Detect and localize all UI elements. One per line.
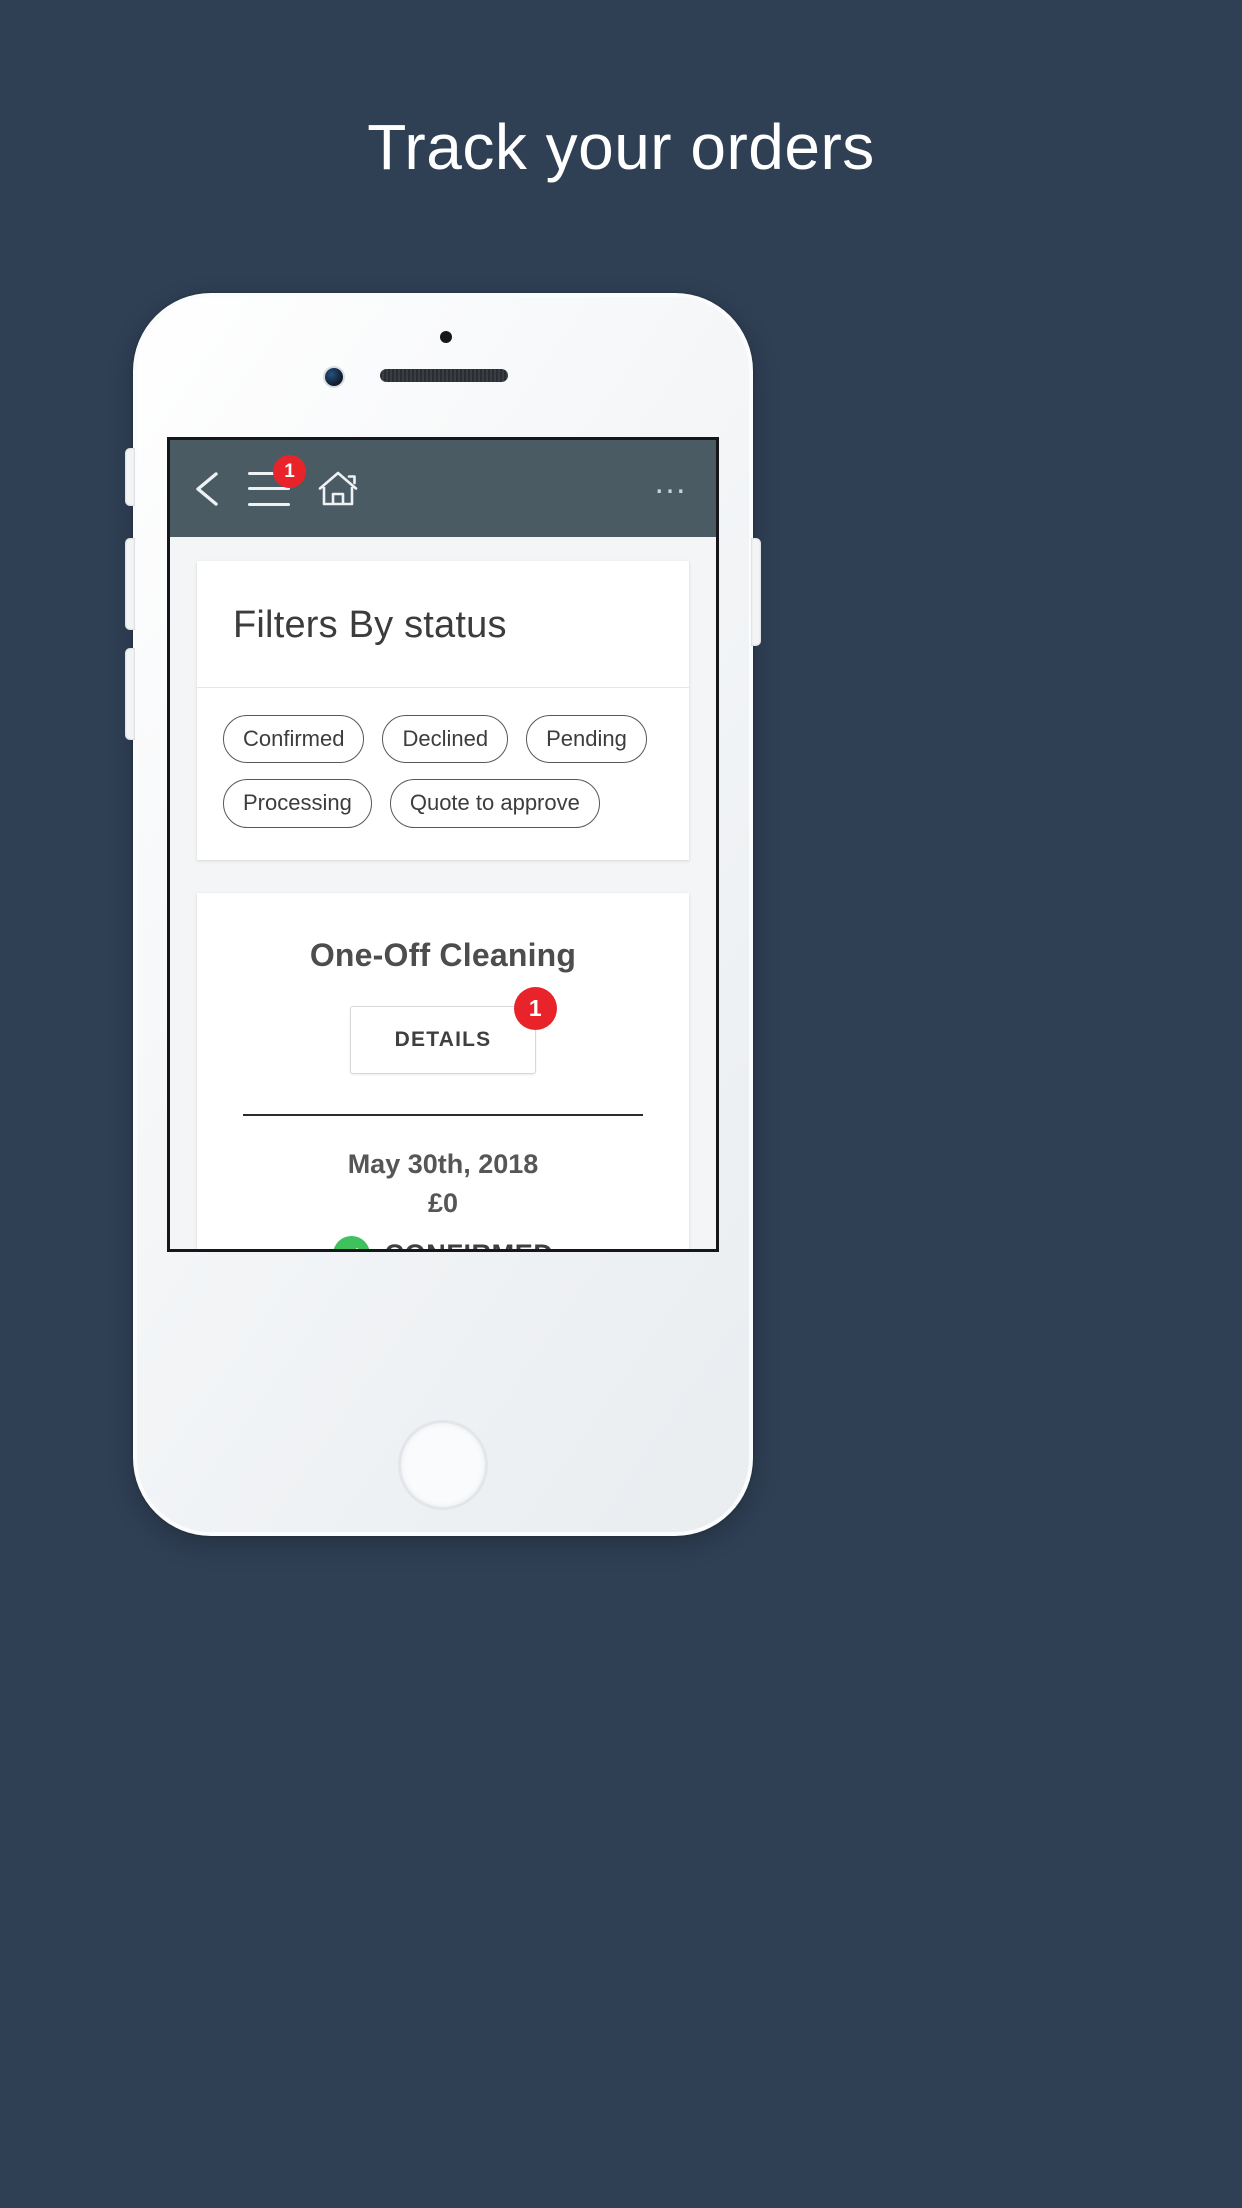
phone-proximity-sensor: [440, 331, 452, 343]
order-date: May 30th, 2018: [347, 1148, 539, 1179]
check-circle-icon: [332, 1235, 370, 1249]
status-label: CONFIRMED: [385, 1239, 554, 1249]
phone-mute-switch: [125, 448, 135, 506]
order-price: £0: [427, 1187, 459, 1218]
phone-power-button: [751, 538, 761, 646]
chevron-left-icon: [192, 470, 222, 508]
page-title: Track your orders: [367, 111, 875, 183]
filter-chip-quote-to-approve[interactable]: Quote to approve: [389, 779, 600, 828]
phone-mockup: 1 … Filters By status Confirmed Declined…: [125, 293, 761, 1536]
details-button[interactable]: DETAILS 1: [349, 986, 558, 1074]
back-button[interactable]: [192, 470, 222, 508]
status-badge: CONFIRMED: [197, 1235, 689, 1249]
filters-card: Filters By status Confirmed Declined Pen…: [197, 561, 689, 860]
phone-front-camera: [325, 368, 343, 386]
order-details-row: DETAILS 1: [197, 986, 689, 1074]
filter-chip-confirmed[interactable]: Confirmed: [223, 715, 365, 764]
overflow-menu-button[interactable]: …: [653, 465, 690, 503]
phone-volume-down-button: [125, 648, 135, 740]
filter-chip-pending[interactable]: Pending: [526, 715, 647, 764]
phone-volume-up-button: [125, 538, 135, 630]
order-title: One-Off Cleaning: [309, 936, 577, 973]
filter-chip-declined[interactable]: Declined: [382, 715, 509, 764]
order-card[interactable]: One-Off Cleaning DETAILS 1 May 30th, 201…: [197, 892, 689, 1249]
menu-notification-badge: 1: [273, 454, 306, 488]
app-screen: 1 … Filters By status Confirmed Declined…: [167, 437, 719, 1252]
details-notification-badge: 1: [514, 986, 558, 1030]
home-button[interactable]: [316, 469, 360, 509]
filter-chip-group: Confirmed Declined Pending Processing Qu…: [197, 688, 689, 860]
filter-chip-processing[interactable]: Processing: [223, 779, 372, 828]
details-button-label: DETAILS: [394, 1027, 492, 1051]
home-icon: [316, 469, 360, 509]
filters-card-title: Filters By status: [197, 561, 689, 688]
phone-earpiece-speaker: [380, 369, 508, 382]
screen-content: Filters By status Confirmed Declined Pen…: [170, 537, 716, 1249]
phone-home-button[interactable]: [398, 1420, 488, 1510]
header-left-actions: 1: [192, 454, 360, 509]
app-header: 1 …: [170, 440, 716, 537]
menu-button[interactable]: 1: [248, 454, 306, 506]
order-card-divider: [243, 1113, 643, 1116]
